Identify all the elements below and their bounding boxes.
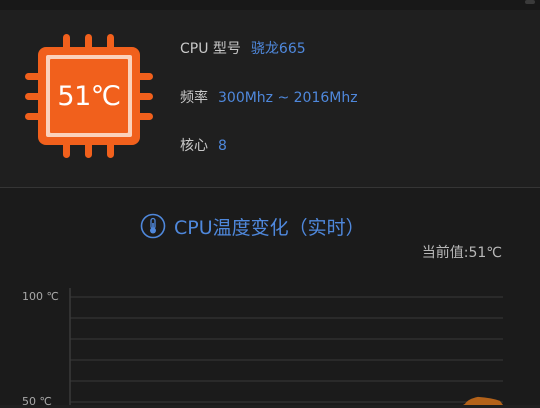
cpu-cores-value: 8 <box>218 138 227 154</box>
cpu-chip-icon: 51℃ <box>25 34 153 158</box>
cpu-model-value: 骁龙665 <box>250 41 306 57</box>
current-value-label: 当前值:51℃ <box>421 245 502 261</box>
cpu-model-label: CPU 型号 <box>180 41 241 57</box>
chart-title: CPU温度变化（实时） <box>140 212 365 240</box>
chart-title-text: CPU温度变化（实时） <box>174 216 365 239</box>
temperature-area <box>463 396 503 405</box>
series-marks <box>463 396 503 405</box>
thermometer-icon <box>140 213 166 239</box>
cpu-frequency-value: 300Mhz ~ 2016Mhz <box>218 90 358 106</box>
temperature-chart <box>69 288 503 405</box>
cpu-model-row: CPU 型号 骁龙665 <box>180 38 306 58</box>
status-bar <box>0 0 540 10</box>
cpu-frequency-label: 频率 <box>180 90 208 106</box>
status-indicator <box>525 0 535 4</box>
cpu-temperature-display: 51℃ <box>57 80 121 112</box>
grid-lines <box>70 296 503 403</box>
cpu-cores-label: 核心 <box>180 138 208 154</box>
cpu-frequency-row: 频率 300Mhz ~ 2016Mhz <box>180 87 358 107</box>
cpu-cores-row: 核心 8 <box>180 135 227 155</box>
